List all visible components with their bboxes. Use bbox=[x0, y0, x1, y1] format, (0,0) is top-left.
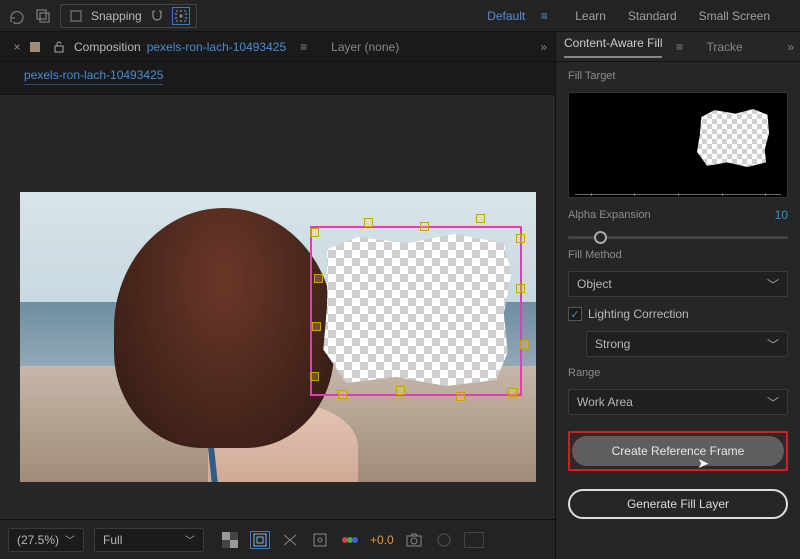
checkbox-empty-icon bbox=[67, 7, 85, 25]
cursor-icon: ➤ bbox=[697, 455, 709, 472]
close-tab-icon[interactable]: × bbox=[8, 38, 26, 56]
checkbox-checked-icon: ✓ bbox=[568, 307, 582, 321]
mask-vertex[interactable] bbox=[310, 228, 319, 237]
generate-fill-layer-button[interactable]: Generate Fill Layer bbox=[568, 489, 788, 519]
mask-vertex[interactable] bbox=[396, 386, 405, 395]
chevron-down-icon: ﹀ bbox=[65, 532, 75, 547]
lighting-value: Strong bbox=[595, 337, 630, 351]
fill-target-preview bbox=[568, 92, 788, 198]
resolution-value: Full bbox=[103, 533, 122, 547]
mask-vertex[interactable] bbox=[364, 218, 373, 227]
draft-3d-icon[interactable] bbox=[464, 532, 484, 548]
alpha-expansion-value[interactable]: 10 bbox=[775, 208, 788, 222]
resolution-dropdown[interactable]: Full ﹀ bbox=[94, 528, 204, 552]
region-of-interest[interactable] bbox=[310, 226, 522, 396]
range-dropdown[interactable]: Work Area ﹀ bbox=[568, 389, 788, 415]
tool-group: Snapping bbox=[8, 4, 197, 28]
mask-vertex[interactable] bbox=[312, 322, 321, 331]
tab-content-aware-fill[interactable]: Content-Aware Fill bbox=[564, 36, 662, 58]
workspace-standard[interactable]: Standard bbox=[628, 9, 677, 23]
lighting-correction-label: Lighting Correction bbox=[588, 307, 689, 321]
app-toolbar: Snapping Default ≡ Learn Standard Small … bbox=[0, 0, 800, 32]
button-label: Generate Fill Layer bbox=[627, 497, 729, 511]
slider-thumb[interactable] bbox=[594, 231, 607, 244]
composition-name: pexels-ron-lach-10493425 bbox=[147, 40, 286, 54]
workspace-switcher: Default ≡ Learn Standard Small Screen bbox=[487, 7, 792, 25]
channel-icon[interactable] bbox=[340, 531, 360, 549]
transparency-grid-icon[interactable] bbox=[220, 531, 240, 549]
mask-vertex[interactable] bbox=[456, 392, 465, 401]
lighting-correction-checkbox[interactable]: ✓ Lighting Correction bbox=[568, 307, 788, 321]
mask-vertex[interactable] bbox=[520, 340, 529, 349]
fill-method-value: Object bbox=[577, 277, 612, 291]
color-swatch-icon bbox=[26, 38, 44, 56]
chevron-down-icon: ﹀ bbox=[767, 276, 779, 293]
composition-panel-tabs: × Composition pexels-ron-lach-10493425 ≡… bbox=[0, 32, 555, 62]
tab-tracker[interactable]: Tracke bbox=[706, 40, 742, 54]
highlighted-action: Create Reference Frame ➤ bbox=[568, 431, 788, 471]
pan-behind-icon[interactable] bbox=[34, 7, 52, 25]
exposure-value[interactable]: +0.0 bbox=[370, 533, 394, 547]
rotate-tool-icon[interactable] bbox=[8, 7, 26, 25]
guides-icon[interactable] bbox=[280, 531, 300, 549]
unlock-icon bbox=[50, 38, 68, 56]
panel-menu-icon[interactable]: ≡ bbox=[300, 40, 307, 54]
snapping-label: Snapping bbox=[91, 9, 142, 23]
layer-tab[interactable]: Layer (none) bbox=[331, 40, 399, 54]
breadcrumb-link[interactable]: pexels-ron-lach-10493425 bbox=[24, 68, 163, 85]
snapping-toggle[interactable]: Snapping bbox=[60, 4, 197, 28]
fill-method-dropdown[interactable]: Object ﹀ bbox=[568, 271, 788, 297]
mask-vertex[interactable] bbox=[508, 388, 517, 397]
panel-menu-icon[interactable]: ≡ bbox=[535, 7, 553, 25]
workspace-default[interactable]: Default bbox=[487, 9, 525, 23]
zoom-dropdown[interactable]: (27.5%) ﹀ bbox=[8, 528, 84, 552]
toggle-mask-icon[interactable] bbox=[250, 531, 270, 549]
chevron-down-icon: ﹀ bbox=[767, 394, 779, 411]
viewer-footer: (27.5%) ﹀ Full ﹀ +0.0 bbox=[0, 519, 555, 559]
mask-vertex[interactable] bbox=[314, 274, 323, 283]
workspace-learn[interactable]: Learn bbox=[575, 9, 606, 23]
fill-target-label: Fill Target bbox=[568, 70, 788, 82]
overflow-icon[interactable]: » bbox=[787, 40, 794, 54]
panel-menu-icon[interactable]: ≡ bbox=[670, 38, 688, 56]
snap-collision-icon[interactable] bbox=[172, 7, 190, 25]
snapshot-icon[interactable] bbox=[404, 531, 424, 549]
breadcrumb-bar: pexels-ron-lach-10493425 bbox=[0, 62, 555, 95]
alpha-expansion-label: Alpha Expansion bbox=[568, 209, 651, 221]
region-icon[interactable] bbox=[310, 531, 330, 549]
composition-viewer[interactable] bbox=[20, 192, 536, 482]
mask-vertex[interactable] bbox=[420, 222, 429, 231]
create-reference-frame-button[interactable]: Create Reference Frame ➤ bbox=[572, 436, 784, 466]
overflow-icon[interactable]: » bbox=[540, 40, 547, 54]
mask-vertex[interactable] bbox=[476, 214, 485, 223]
mask-vertex[interactable] bbox=[310, 372, 319, 381]
mask-vertex[interactable] bbox=[516, 284, 525, 293]
snap-magnet-icon[interactable] bbox=[148, 7, 166, 25]
composition-label: Composition bbox=[74, 40, 141, 54]
range-label: Range bbox=[568, 367, 788, 379]
lighting-strength-dropdown[interactable]: Strong ﹀ bbox=[586, 331, 788, 357]
right-panel-tabs: Content-Aware Fill ≡ Tracke » bbox=[556, 32, 800, 62]
workspace-small-screen[interactable]: Small Screen bbox=[699, 9, 770, 23]
timecode-icon[interactable] bbox=[434, 531, 454, 549]
range-value: Work Area bbox=[577, 395, 633, 409]
mask-vertex[interactable] bbox=[516, 234, 525, 243]
chevron-down-icon: ﹀ bbox=[185, 532, 195, 547]
alpha-expansion-slider[interactable] bbox=[568, 236, 788, 239]
chevron-down-icon: ﹀ bbox=[767, 336, 779, 353]
mask-vertex[interactable] bbox=[338, 390, 347, 399]
composition-tab[interactable]: Composition pexels-ron-lach-10493425 ≡ bbox=[26, 38, 307, 56]
zoom-value: (27.5%) bbox=[17, 533, 59, 547]
fill-method-label: Fill Method bbox=[568, 249, 788, 261]
button-label: Create Reference Frame bbox=[612, 444, 745, 458]
